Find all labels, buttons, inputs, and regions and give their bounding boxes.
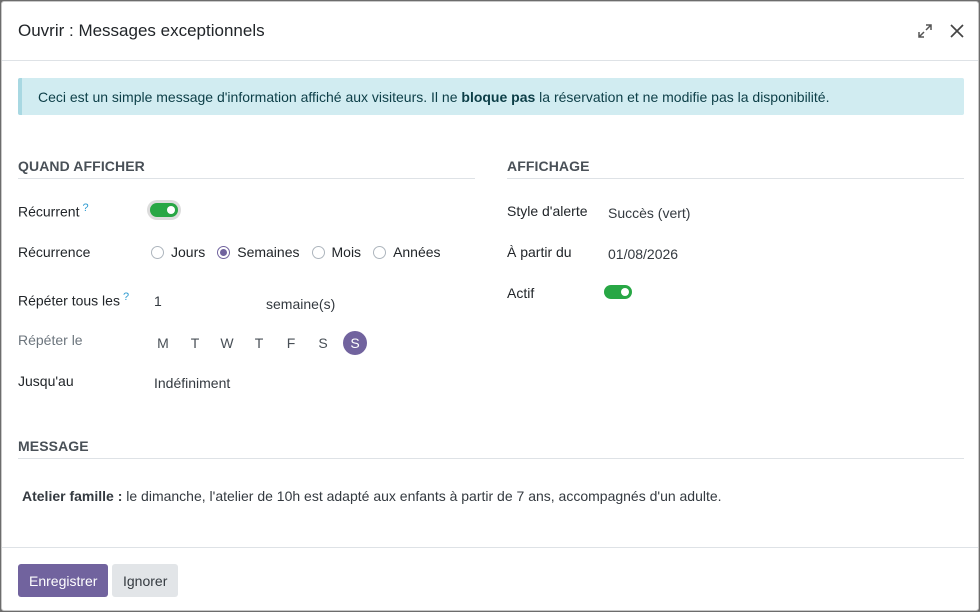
recurrent-label-text: Récurrent xyxy=(18,203,80,220)
info-alert: Ceci est un simple message d'information… xyxy=(18,78,964,115)
discard-button[interactable]: Ignorer xyxy=(112,564,179,597)
recurrent-help-icon[interactable]: ? xyxy=(82,202,88,214)
alert-style-label: Style d'alerte xyxy=(507,203,588,219)
from-date-field[interactable]: 01/08/2026 xyxy=(608,246,678,262)
radio-circle xyxy=(311,245,325,259)
weekday-fri[interactable]: F xyxy=(279,331,303,355)
message-bold-part: Atelier famille : xyxy=(22,488,123,504)
radio-label: Semaines xyxy=(237,244,300,260)
section-display-title: AFFICHAGE xyxy=(507,158,964,179)
until-field[interactable]: Indéfiniment xyxy=(154,375,230,391)
radio-mois[interactable]: Mois xyxy=(311,244,362,260)
from-date-label: À partir du xyxy=(507,244,572,260)
repeat-every-help-icon[interactable]: ? xyxy=(123,291,129,303)
dialog-header: Ouvrir : Messages exceptionnels xyxy=(2,2,978,61)
radio-circle-selected xyxy=(217,245,231,259)
save-button[interactable]: Enregistrer xyxy=(18,564,109,597)
expand-icon[interactable] xyxy=(914,20,936,42)
radio-label: Mois xyxy=(331,244,362,260)
weekday-sat[interactable]: S xyxy=(311,331,335,355)
active-label: Actif xyxy=(507,285,535,301)
radio-jours[interactable]: Jours xyxy=(151,244,205,260)
weekday-selector: M T W T F S S xyxy=(151,331,375,355)
radio-annees[interactable]: Années xyxy=(373,244,441,260)
alert-text-before: Ceci est un simple message d'information… xyxy=(38,89,462,105)
radio-label: Années xyxy=(393,244,441,260)
until-label: Jusqu'au xyxy=(18,373,74,389)
alert-text-after: la réservation et ne modifie pas la disp… xyxy=(535,89,830,105)
repeat-every-unit: semaine(s) xyxy=(266,296,336,312)
dialog-footer: Enregistrer Ignorer xyxy=(2,547,978,610)
dialog-title: Ouvrir : Messages exceptionnels xyxy=(18,21,265,40)
close-icon[interactable] xyxy=(946,20,968,42)
repeat-every-label-text: Répéter tous les xyxy=(18,292,120,309)
recurrence-label: Récurrence xyxy=(18,244,91,260)
weekday-wed[interactable]: W xyxy=(215,331,239,355)
alert-style-select[interactable]: Succès (vert) xyxy=(608,205,690,221)
repeat-every-input[interactable]: 1 xyxy=(154,293,254,309)
radio-circle xyxy=(373,245,387,259)
weekday-mon[interactable]: M xyxy=(151,331,175,355)
dialog: Ouvrir : Messages exceptionnels Ceci est… xyxy=(1,1,979,611)
weekday-sun[interactable]: S xyxy=(343,331,367,355)
recurrence-radio-group: Jours Semaines Mois Années xyxy=(151,244,453,260)
repeat-every-label: Répéter tous les? xyxy=(18,291,129,309)
weekday-tue[interactable]: T xyxy=(183,331,207,355)
recurrent-toggle[interactable] xyxy=(150,203,178,217)
message-content[interactable]: Atelier famille : le dimanche, l'atelier… xyxy=(22,488,722,504)
radio-circle xyxy=(151,245,164,259)
radio-semaines[interactable]: Semaines xyxy=(217,244,300,260)
section-message-title: MESSAGE xyxy=(18,438,964,459)
alert-text-bold: bloque pas xyxy=(461,89,536,105)
section-when-title: QUAND AFFICHER xyxy=(18,158,475,179)
active-toggle[interactable] xyxy=(604,285,632,299)
recurrent-label: Récurrent? xyxy=(18,202,89,220)
repeat-on-label: Répéter le xyxy=(18,332,83,348)
weekday-thu[interactable]: T xyxy=(247,331,271,355)
message-text: le dimanche, l'atelier de 10h est adapté… xyxy=(122,488,722,504)
radio-label: Jours xyxy=(171,244,206,260)
